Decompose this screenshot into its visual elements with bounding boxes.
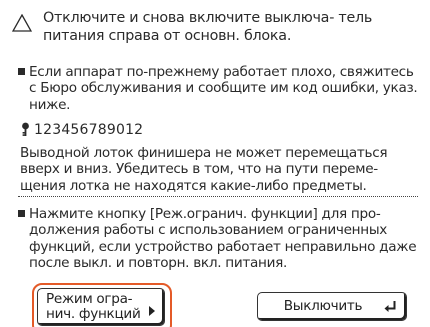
alert-line-1: Отключите и снова включите выключа- тель: [43, 10, 373, 26]
power-off-button[interactable]: Выключить: [257, 292, 407, 321]
alert-header: Отключите и снова включите выключа- тель…: [12, 7, 422, 51]
limited-line-2: должения работы с использованием огранич…: [29, 222, 388, 239]
limited-mode-label-line-2: нич. функций: [46, 306, 141, 322]
finisher-message: Выводной лоток финишера не может перемещ…: [20, 145, 420, 194]
service-line-2: с Бюро обслуживания и сообщите им код ош…: [29, 80, 418, 97]
error-code-value: 123456789012: [34, 122, 144, 138]
limited-line-1: Нажмите кнопку [Реж.огранич. функции] дл…: [29, 206, 381, 222]
bullet-icon: [18, 210, 25, 217]
warning-triangle-icon: [12, 14, 32, 32]
power-off-label: Выключить: [283, 298, 363, 314]
finisher-line-3: щения лотка не находятся какие-либо пред…: [20, 177, 367, 194]
limited-mode-button[interactable]: Режим огра- нич. функций: [37, 288, 165, 326]
arrow-right-icon: [149, 306, 155, 316]
service-line-3: ниже.: [29, 96, 71, 113]
divider: [18, 196, 418, 197]
finisher-line-1: Выводной лоток финишера не может перемещ…: [20, 145, 388, 161]
alert-line-2: питания справа от основн. блока.: [43, 28, 292, 44]
error-code: 123456789012: [20, 121, 143, 139]
bullet-icon: [18, 68, 25, 75]
alert-message: Отключите и снова включите выключа- тель…: [43, 9, 413, 45]
service-instruction: Если аппарат по-прежнему работает плохо,…: [18, 64, 428, 114]
limited-mode-label: Режим огра- нич. функций: [46, 292, 146, 322]
limited-mode-instruction: Нажмите кнопку [Реж.огранич. функции] дл…: [18, 206, 428, 278]
error-screen: Отключите и снова включите выключа- тель…: [0, 0, 430, 327]
finisher-line-2: вверх и вниз. Убедитесь в том, что на пу…: [20, 161, 378, 178]
enter-icon: [384, 301, 396, 312]
limited-mode-label-line-1: Режим огра-: [46, 291, 133, 307]
key-icon: [22, 122, 29, 136]
limited-line-3: функций, если устройство работает неправ…: [29, 238, 417, 255]
limited-line-4: после выкл. и повторн. вкл. питания.: [29, 254, 288, 271]
service-line-1: Если аппарат по-прежнему работает плохо,…: [29, 64, 414, 80]
